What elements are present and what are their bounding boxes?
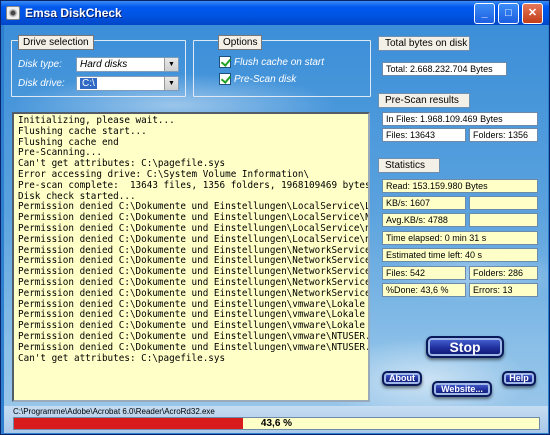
prescan-checkbox[interactable] xyxy=(219,73,231,85)
disk-type-value: Hard disks xyxy=(80,59,128,70)
options-legend: Options xyxy=(218,35,263,50)
prescan-folders-field: Folders: 1356 xyxy=(469,128,538,142)
stat-time-left-field: Estimated time left: 40 s xyxy=(382,248,538,262)
progress-percent: 43,6 % xyxy=(260,418,293,429)
disk-type-select[interactable]: Hard disks ▼ xyxy=(76,57,179,72)
stop-button[interactable]: Stop xyxy=(426,336,504,358)
close-icon: ✕ xyxy=(527,7,538,19)
website-button[interactable]: Website... xyxy=(432,381,492,397)
stat-folders-field: Folders: 286 xyxy=(469,266,538,280)
minimize-button[interactable]: _ xyxy=(474,3,495,24)
close-button[interactable]: ✕ xyxy=(522,3,543,24)
disk-drive-label: Disk drive: xyxy=(18,78,65,89)
stat-avg-kbs-field: Avg.KB/s: 4788 xyxy=(382,213,466,227)
stat-files-field: Files: 542 xyxy=(382,266,466,280)
stat-errors-field: Errors: 13 xyxy=(469,283,538,297)
log-line: Permission denied C:\Dokumente und Einst… xyxy=(18,341,370,353)
stat-done-field: %Done: 43,6 % xyxy=(382,283,466,297)
disk-drive-value: C:\ xyxy=(80,78,97,89)
maximize-button[interactable]: □ xyxy=(498,3,519,24)
log-line: Flushing cache start... xyxy=(18,125,147,137)
stat-time-elapsed-field: Time elapsed: 0 min 31 s xyxy=(382,231,538,245)
prescan-in-files-field: In Files: 1.968.109.469 Bytes xyxy=(382,112,538,126)
log-line: Pre-scan complete: 13643 files, 1356 fol… xyxy=(18,179,370,191)
chevron-down-icon[interactable]: ▼ xyxy=(164,58,178,71)
total-bytes-field: Total: 2.668.232.704 Bytes xyxy=(382,62,507,76)
total-bytes-header: Total bytes on disk xyxy=(378,36,470,51)
disk-type-label: Disk type: xyxy=(18,59,62,70)
status-bar: C:\Programme\Adobe\Acrobat 6.0\Reader\Ac… xyxy=(4,406,548,433)
drive-selection-legend: Drive selection xyxy=(18,35,94,50)
options-group: Options xyxy=(193,35,371,97)
progress-bar: 43,6 % xyxy=(13,417,540,430)
log-line: Permission denied C:\Dokumente und Einst… xyxy=(18,233,370,245)
help-button[interactable]: Help xyxy=(502,371,536,386)
prescan-label: Pre-Scan disk xyxy=(234,74,297,85)
flush-cache-checkbox[interactable] xyxy=(219,56,231,68)
client-area: Drive selection Disk type: Hard disks ▼ … xyxy=(4,25,548,433)
current-file-path: C:\Programme\Adobe\Acrobat 6.0\Reader\Ac… xyxy=(13,407,215,416)
stat-kbs-field: KB/s: 1607 xyxy=(382,196,466,210)
title-bar[interactable]: Emsa DiskCheck _ □ ✕ xyxy=(1,1,549,25)
stat-read-field: Read: 153.159.980 Bytes xyxy=(382,179,538,193)
prescan-files-field: Files: 13643 xyxy=(382,128,466,142)
stat-avg-blank-field xyxy=(469,213,538,227)
about-button[interactable]: About xyxy=(382,371,422,386)
app-window: Emsa DiskCheck _ □ ✕ Drive selection Dis… xyxy=(0,0,550,435)
log-line: Permission denied C:\Dokumente und Einst… xyxy=(18,287,370,299)
prescan-results-header: Pre-Scan results xyxy=(378,93,470,108)
stat-kbs-blank-field xyxy=(469,196,538,210)
statistics-header: Statistics xyxy=(378,158,440,173)
log-output[interactable]: Initializing, please wait... Flushing cac… xyxy=(12,112,370,402)
disk-check-app-icon xyxy=(6,6,20,20)
chevron-down-icon[interactable]: ▼ xyxy=(164,77,178,90)
log-line: Can't get attributes: C:\pagefile.sys xyxy=(18,352,226,364)
maximize-icon: □ xyxy=(505,7,512,19)
flush-cache-label: Flush cache on start xyxy=(234,57,325,68)
minimize-icon: _ xyxy=(481,7,488,19)
window-title: Emsa DiskCheck xyxy=(25,6,122,20)
disk-drive-select[interactable]: C:\ ▼ xyxy=(76,76,179,91)
